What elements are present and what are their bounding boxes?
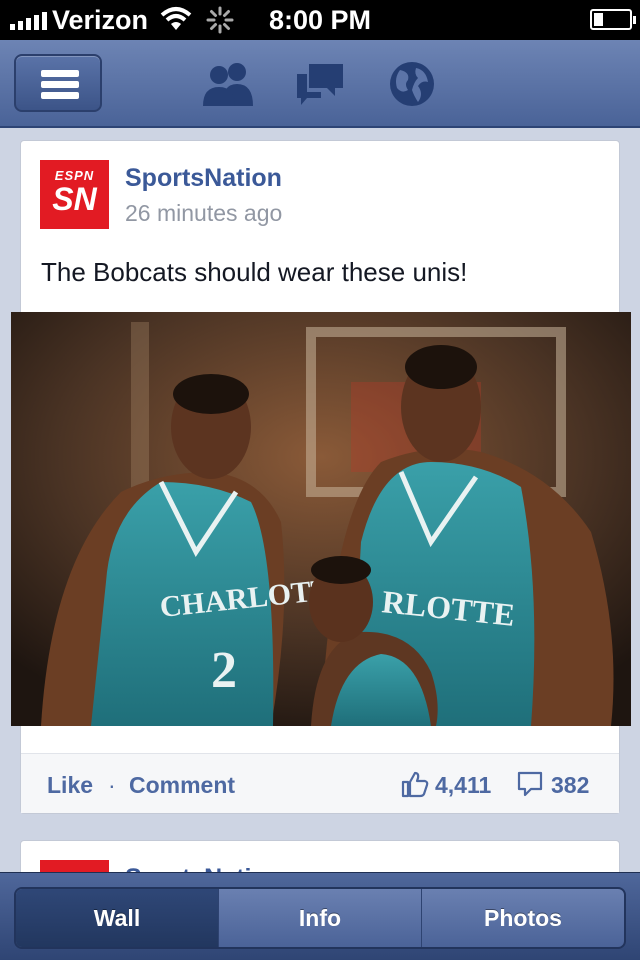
page-avatar[interactable]: ESPN SN bbox=[40, 160, 109, 229]
action-separator: · bbox=[108, 772, 116, 798]
post-actions-bar: Like · Comment 4,411 382 bbox=[21, 753, 619, 813]
battery-level bbox=[594, 13, 603, 26]
post-author[interactable]: SportsNation bbox=[125, 164, 282, 193]
notifications-globe-icon[interactable] bbox=[388, 60, 436, 108]
battery-icon bbox=[590, 9, 636, 30]
top-navigation-bar bbox=[0, 40, 640, 128]
messages-icon[interactable] bbox=[295, 60, 345, 108]
bottom-tab-bar: Wall Info Photos bbox=[0, 872, 640, 960]
post-text: The Bobcats should wear these unis! bbox=[41, 257, 468, 287]
page-avatar[interactable] bbox=[40, 860, 109, 872]
avatar-monogram: SN bbox=[52, 181, 97, 217]
thumbs-up-icon bbox=[401, 771, 429, 798]
post-photo[interactable]: CHARLOTTE 2 RLOTTE bbox=[11, 312, 631, 726]
post-author[interactable]: SportsNation bbox=[125, 864, 282, 872]
jersey-number-left: 2 bbox=[211, 642, 237, 699]
like-button[interactable]: Like bbox=[47, 772, 93, 799]
menu-button[interactable] bbox=[14, 54, 102, 112]
news-feed: ESPN SN SportsNation 26 minutes ago The … bbox=[0, 128, 640, 872]
segmented-tabs: Wall Info Photos bbox=[14, 887, 626, 949]
post-card: ESPN SN SportsNation 26 minutes ago The … bbox=[11, 140, 631, 814]
comment-bubble-icon bbox=[517, 771, 543, 797]
friends-icon[interactable] bbox=[200, 60, 256, 108]
post-timestamp: 26 minutes ago bbox=[125, 200, 283, 226]
basketball-players-photo: CHARLOTTE 2 RLOTTE bbox=[11, 312, 631, 726]
comment-count[interactable]: 382 bbox=[551, 772, 589, 799]
status-bar: Verizon 8:00 PM bbox=[0, 0, 640, 40]
tab-wall[interactable]: Wall bbox=[16, 889, 218, 947]
comment-button[interactable]: Comment bbox=[129, 772, 235, 799]
status-time: 8:00 PM bbox=[268, 5, 372, 35]
tab-info[interactable]: Info bbox=[218, 889, 421, 947]
like-count[interactable]: 4,411 bbox=[435, 772, 491, 799]
tab-photos[interactable]: Photos bbox=[421, 889, 624, 947]
post-card: SportsNation bbox=[20, 840, 620, 872]
